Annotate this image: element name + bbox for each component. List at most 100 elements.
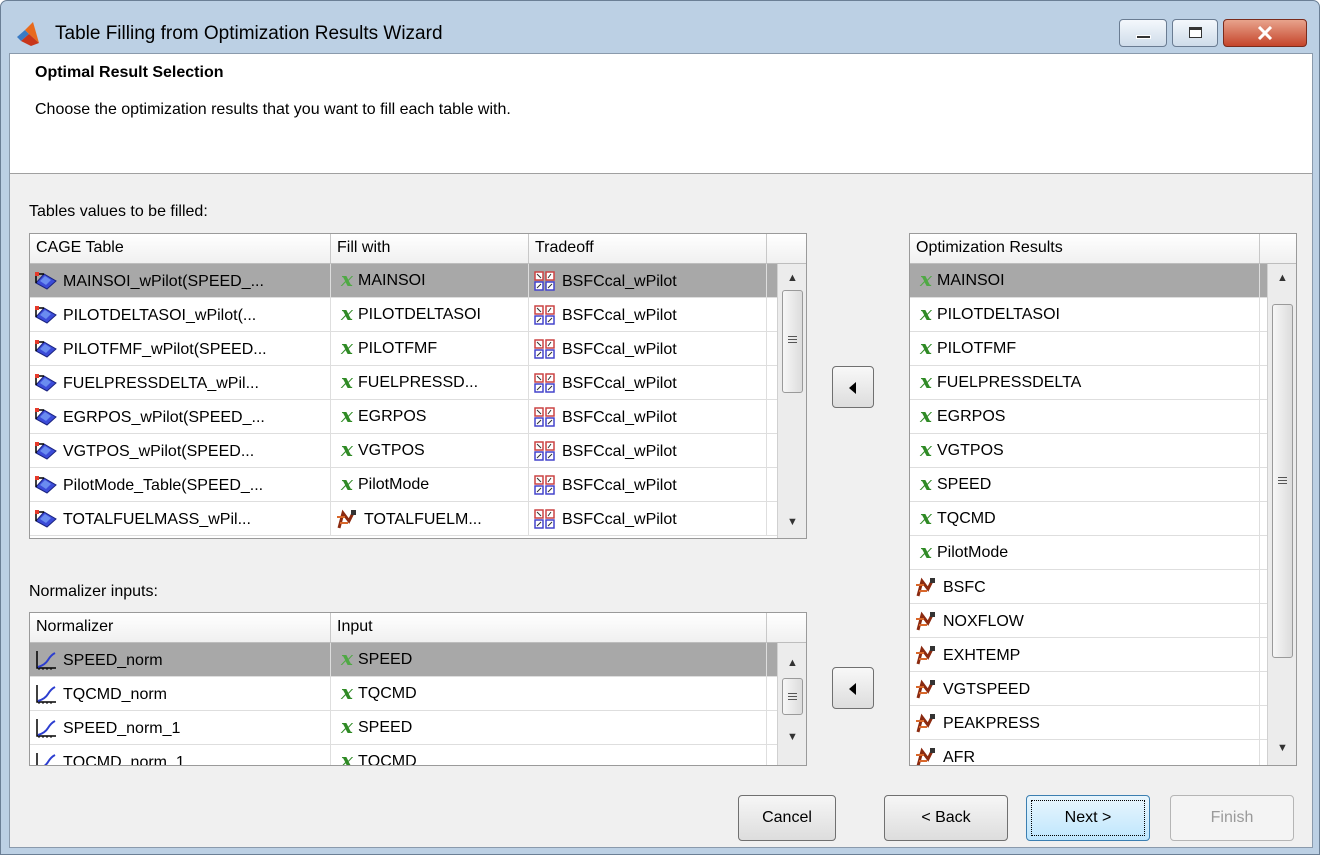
fill-with-cell[interactable]: TOTALFUELM... [331, 502, 529, 536]
input-cell[interactable]: x SPEED [331, 643, 767, 677]
cage-table-cell[interactable]: PILOTFMF_wPilot(SPEED... [30, 332, 331, 366]
input-cell[interactable]: x SPEED [331, 711, 767, 745]
cage-table-cell[interactable]: FUELPRESSDELTA_wPil... [30, 366, 331, 400]
table-row[interactable]: MAINSOI_wPilot(SPEED_... x MAINSOI BSFCcal_… [30, 264, 777, 298]
assign-input-button[interactable] [832, 667, 874, 709]
normalizer-cell[interactable]: SPEED_norm_1 [30, 711, 331, 745]
result-cell[interactable]: x VGTPOS [910, 434, 1260, 468]
table-row[interactable]: PilotMode_Table(SPEED_... x PilotMode BSFCc… [30, 468, 777, 502]
result-cell[interactable]: x EGRPOS [910, 400, 1260, 434]
input-cell[interactable]: x TQCMD [331, 745, 767, 765]
fill-with-cell[interactable]: x VGTPOS [331, 434, 529, 468]
normalizer-cell[interactable]: TQCMD_norm [30, 677, 331, 711]
result-cell[interactable]: BSFC [910, 570, 1260, 604]
table-row[interactable]: FUELPRESSDELTA_wPil... x FUELPRESSD... BSFC… [30, 366, 777, 400]
cage-table-cell[interactable]: PilotMode_Table(SPEED_... [30, 468, 331, 502]
result-cell[interactable]: x MAINSOI [910, 264, 1260, 298]
result-row[interactable]: NOXFLOW [910, 604, 1267, 638]
scroll-down-icon[interactable]: ▼ [778, 512, 806, 532]
tables-scrollbar[interactable]: ▲ ▼ [777, 264, 806, 538]
scroll-down-icon[interactable]: ▼ [1268, 738, 1296, 758]
result-row[interactable]: x EGRPOS [910, 400, 1267, 434]
result-cell[interactable]: EXHTEMP [910, 638, 1260, 672]
fill-with-cell[interactable]: x PILOTFMF [331, 332, 529, 366]
scroll-up-icon[interactable]: ▲ [778, 653, 806, 673]
normalizer-cell[interactable]: SPEED_norm [30, 643, 331, 677]
close-button[interactable] [1223, 19, 1307, 47]
table-row[interactable]: VGTPOS_wPilot(SPEED... x VGTPOS BSFCcal_wPi… [30, 434, 777, 468]
result-cell[interactable]: PEAKPRESS [910, 706, 1260, 740]
result-row[interactable]: x TQCMD [910, 502, 1267, 536]
scrollbar-thumb[interactable] [782, 290, 803, 393]
result-cell[interactable]: x PilotMode [910, 536, 1260, 570]
scroll-down-icon[interactable]: ▼ [778, 727, 806, 747]
maximize-button[interactable] [1172, 19, 1218, 47]
column-header-cage-table[interactable]: CAGE Table [30, 234, 331, 264]
cage-table-cell[interactable]: EGRPOS_wPilot(SPEED_... [30, 400, 331, 434]
result-row[interactable]: x PilotMode [910, 536, 1267, 570]
column-header-fill-with[interactable]: Fill with [331, 234, 529, 264]
result-cell[interactable]: x PILOTDELTASOI [910, 298, 1260, 332]
result-cell[interactable]: x SPEED [910, 468, 1260, 502]
cage-table-cell[interactable]: TOTALFUELMASS_wPil... [30, 502, 331, 536]
result-cell[interactable]: x FUELPRESSDELTA [910, 366, 1260, 400]
scroll-up-icon[interactable]: ▲ [778, 268, 806, 288]
tradeoff-cell[interactable]: BSFCcal_wPilot [529, 468, 767, 502]
cage-table-cell[interactable]: PILOTDELTASOI_wPilot(... [30, 298, 331, 332]
table-row[interactable]: PILOTDELTASOI_wPilot(... x PILOTDELTASOI BS… [30, 298, 777, 332]
result-row[interactable]: VGTSPEED [910, 672, 1267, 706]
input-cell[interactable]: x TQCMD [331, 677, 767, 711]
cage-table-cell[interactable]: VGTPOS_wPilot(SPEED... [30, 434, 331, 468]
table-row[interactable]: TOTALFUELMASS_wPil... TOTALFUELM... BSFCca… [30, 502, 777, 536]
column-header-normalizer[interactable]: Normalizer [30, 613, 331, 643]
scrollbar-thumb[interactable] [782, 678, 803, 715]
back-button[interactable]: < Back [884, 795, 1008, 841]
cancel-button[interactable]: Cancel [738, 795, 836, 841]
fill-with-cell[interactable]: x FUELPRESSD... [331, 366, 529, 400]
tradeoff-cell[interactable]: BSFCcal_wPilot [529, 502, 767, 536]
tradeoff-cell[interactable]: BSFCcal_wPilot [529, 264, 767, 298]
result-cell[interactable]: NOXFLOW [910, 604, 1260, 638]
results-scrollbar[interactable]: ▲ ▼ [1267, 264, 1296, 765]
tradeoff-cell[interactable]: BSFCcal_wPilot [529, 298, 767, 332]
column-header-tradeoff[interactable]: Tradeoff [529, 234, 767, 264]
result-row[interactable]: AFR [910, 740, 1267, 765]
fill-with-cell[interactable]: x PilotMode [331, 468, 529, 502]
result-row[interactable]: x PILOTFMF [910, 332, 1267, 366]
result-row[interactable]: x VGTPOS [910, 434, 1267, 468]
normalizer-cell[interactable]: TQCMD_norm_1 [30, 745, 331, 765]
fill-with-cell[interactable]: x MAINSOI [331, 264, 529, 298]
tradeoff-cell[interactable]: BSFCcal_wPilot [529, 332, 767, 366]
normalizer-row[interactable]: SPEED_norm_1 x SPEED [30, 711, 777, 745]
tradeoff-cell[interactable]: BSFCcal_wPilot [529, 366, 767, 400]
table-row[interactable]: PILOTFMF_wPilot(SPEED... x PILOTFMF BSFCcal… [30, 332, 777, 366]
result-row[interactable]: x MAINSOI [910, 264, 1267, 298]
finish-button[interactable]: Finish [1170, 795, 1294, 841]
result-cell[interactable]: AFR [910, 740, 1260, 765]
result-cell[interactable]: x PILOTFMF [910, 332, 1260, 366]
scrollbar-thumb[interactable] [1272, 304, 1293, 658]
normalizer-row[interactable]: TQCMD_norm x TQCMD [30, 677, 777, 711]
scroll-up-icon[interactable]: ▲ [1268, 268, 1296, 288]
fill-with-cell[interactable]: x PILOTDELTASOI [331, 298, 529, 332]
assign-result-button[interactable] [832, 366, 874, 408]
normalizer-row[interactable]: SPEED_norm x SPEED [30, 643, 777, 677]
normalizer-scrollbar[interactable]: ▲ ▼ [777, 643, 806, 765]
normalizer-row[interactable]: TQCMD_norm_1 x TQCMD [30, 745, 777, 765]
tradeoff-cell[interactable]: BSFCcal_wPilot [529, 400, 767, 434]
result-row[interactable]: x SPEED [910, 468, 1267, 502]
table-row[interactable]: EGRPOS_wPilot(SPEED_... x EGRPOS BSFCcal_wP… [30, 400, 777, 434]
fill-with-cell[interactable]: x EGRPOS [331, 400, 529, 434]
result-row[interactable]: PEAKPRESS [910, 706, 1267, 740]
minimize-button[interactable] [1119, 19, 1167, 47]
tradeoff-cell[interactable]: BSFCcal_wPilot [529, 434, 767, 468]
result-row[interactable]: x FUELPRESSDELTA [910, 366, 1267, 400]
column-header-input[interactable]: Input [331, 613, 767, 643]
next-button[interactable]: Next > [1026, 795, 1150, 841]
column-header-optimization-results[interactable]: Optimization Results [910, 234, 1260, 264]
result-row[interactable]: EXHTEMP [910, 638, 1267, 672]
result-row[interactable]: BSFC [910, 570, 1267, 604]
result-cell[interactable]: x TQCMD [910, 502, 1260, 536]
cage-table-cell[interactable]: MAINSOI_wPilot(SPEED_... [30, 264, 331, 298]
result-row[interactable]: x PILOTDELTASOI [910, 298, 1267, 332]
